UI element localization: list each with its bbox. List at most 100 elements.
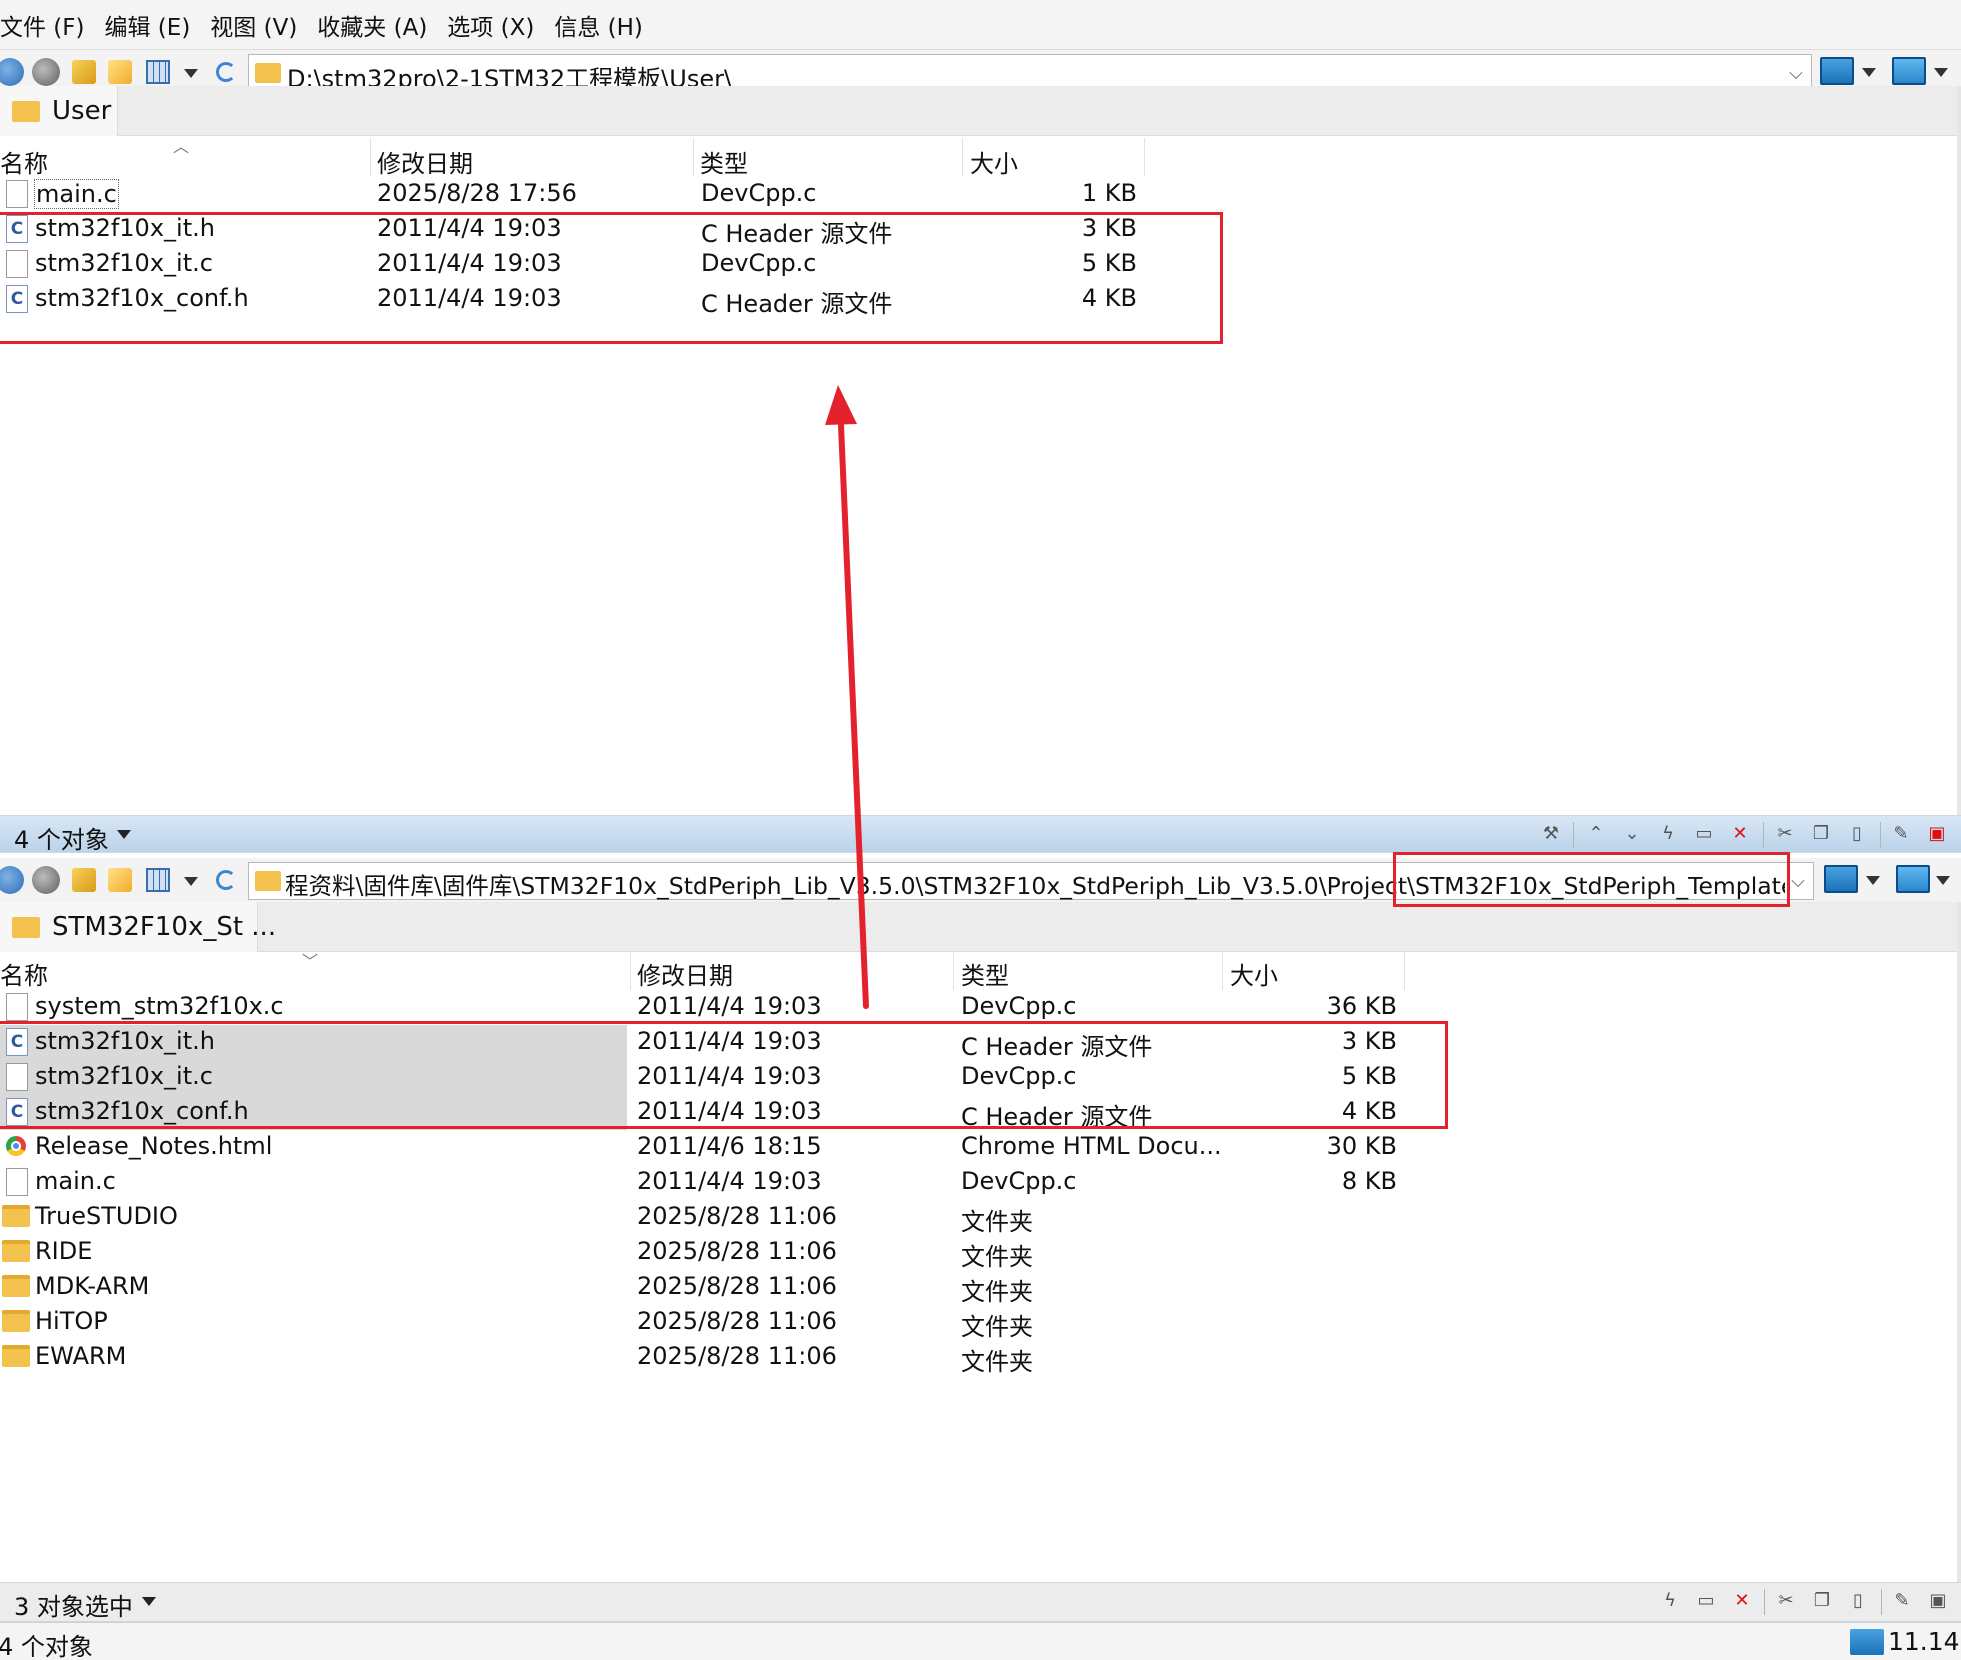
status-dropdown-icon[interactable] bbox=[142, 1597, 156, 1606]
bottom-pane-scrollbar[interactable] bbox=[1957, 902, 1961, 1582]
forward-icon[interactable] bbox=[32, 866, 60, 894]
forward-icon[interactable] bbox=[32, 58, 60, 86]
column-header-type[interactable]: 类型 bbox=[961, 956, 1009, 991]
view-mode-dropdown-icon[interactable] bbox=[184, 69, 198, 78]
view-mode-icon[interactable] bbox=[146, 60, 170, 84]
separator bbox=[1881, 1589, 1882, 1615]
chevron-down-icon[interactable]: ⌵ bbox=[1785, 63, 1807, 85]
top-tab[interactable]: User bbox=[0, 86, 118, 136]
menu-info[interactable]: 信息 (H) bbox=[554, 8, 643, 42]
folder-icon bbox=[2, 1240, 30, 1262]
column-divider[interactable] bbox=[962, 138, 963, 176]
monitor-icon[interactable] bbox=[1896, 865, 1930, 893]
delete-icon[interactable]: ✕ bbox=[1731, 825, 1749, 843]
menu-favorites[interactable]: 收藏夹 (A) bbox=[317, 8, 427, 42]
column-divider[interactable] bbox=[1404, 952, 1405, 990]
column-header-date[interactable]: 修改日期 bbox=[377, 144, 473, 179]
rename-icon[interactable]: ▭ bbox=[1697, 1592, 1715, 1610]
folder-icon bbox=[12, 917, 40, 938]
monitor-dropdown-icon[interactable] bbox=[1936, 876, 1950, 885]
copy-icon[interactable]: ❐ bbox=[1813, 1592, 1831, 1610]
view-mode-icon[interactable] bbox=[146, 868, 170, 892]
delete-icon[interactable]: ✕ bbox=[1733, 1592, 1751, 1610]
view-mode-dropdown-icon[interactable] bbox=[184, 877, 198, 886]
folder-icon bbox=[255, 871, 281, 891]
column-header-date[interactable]: 修改日期 bbox=[637, 956, 733, 991]
paste-icon[interactable]: ▯ bbox=[1849, 1592, 1867, 1610]
move-up-icon[interactable]: ⌃ bbox=[1587, 825, 1605, 843]
file-date: 2011/4/6 18:15 bbox=[637, 1132, 822, 1160]
pane-layout-dropdown-icon[interactable] bbox=[1862, 68, 1876, 77]
c-file-icon bbox=[6, 1168, 28, 1196]
cut-icon[interactable]: ✂ bbox=[1777, 1592, 1795, 1610]
back-icon[interactable] bbox=[0, 866, 24, 894]
up-folder-icon[interactable] bbox=[72, 868, 96, 892]
bottom-tab[interactable]: STM32F10x_St ... bbox=[0, 902, 276, 952]
edit-icon[interactable]: ✎ bbox=[1893, 1592, 1911, 1610]
up-folder-icon[interactable] bbox=[72, 60, 96, 84]
monitor-dropdown-icon[interactable] bbox=[1934, 68, 1948, 77]
folder-row[interactable]: RIDE 2025/8/28 11:06 文件夹 bbox=[0, 1235, 1410, 1271]
column-divider[interactable] bbox=[630, 952, 631, 990]
copy-icon[interactable]: ❐ bbox=[1812, 825, 1830, 843]
pane-layout-dropdown-icon[interactable] bbox=[1866, 876, 1880, 885]
cut-icon[interactable]: ✂ bbox=[1776, 825, 1794, 843]
menu-options[interactable]: 选项 (X) bbox=[447, 8, 534, 42]
file-row[interactable]: system_stm32f10x.c 2011/4/4 19:03 DevCpp… bbox=[0, 990, 1410, 1025]
pane-layout-icon[interactable] bbox=[1820, 57, 1854, 85]
folder-row[interactable]: EWARM 2025/8/28 11:06 文件夹 bbox=[0, 1340, 1410, 1376]
back-icon[interactable] bbox=[0, 58, 24, 86]
refresh-icon[interactable] bbox=[216, 870, 236, 890]
sort-up-icon: ︿ bbox=[173, 137, 190, 156]
folder-row[interactable]: HiTOP 2025/8/28 11:06 文件夹 bbox=[0, 1305, 1410, 1341]
file-row[interactable]: main.c 2025/8/28 17:56 DevCpp.c 1 KB bbox=[0, 177, 1150, 212]
c-file-icon bbox=[6, 180, 28, 208]
file-name: main.c bbox=[34, 179, 119, 209]
close-pane-icon[interactable]: ▣ bbox=[1929, 1592, 1947, 1610]
menu-edit[interactable]: 编辑 (E) bbox=[105, 8, 191, 42]
chevron-down-icon[interactable]: ⌵ bbox=[1787, 871, 1809, 893]
file-size: 1 KB bbox=[1081, 179, 1137, 207]
pane-layout-icon[interactable] bbox=[1824, 865, 1858, 893]
column-header-name[interactable]: 名称 bbox=[0, 956, 48, 991]
column-divider[interactable] bbox=[953, 952, 954, 990]
close-pane-icon[interactable]: ▣ bbox=[1928, 825, 1946, 843]
folder-row[interactable]: MDK-ARM 2025/8/28 11:06 文件夹 bbox=[0, 1270, 1410, 1306]
bottom-tab-label: STM32F10x_St ... bbox=[52, 912, 277, 942]
edit-icon[interactable]: ✎ bbox=[1892, 825, 1910, 843]
folder-row[interactable]: TrueSTUDIO 2025/8/28 11:06 文件夹 bbox=[0, 1200, 1410, 1236]
new-folder-icon[interactable] bbox=[108, 868, 132, 892]
filter-icon[interactable]: ⚒ bbox=[1542, 825, 1560, 843]
clock-text: 11.14 bbox=[1888, 1627, 1960, 1656]
move-down-icon[interactable]: ⌄ bbox=[1623, 825, 1641, 843]
menu-file[interactable]: 文件 (F) bbox=[0, 8, 85, 42]
status-dropdown-icon[interactable] bbox=[117, 830, 131, 839]
column-header-size[interactable]: 大小 bbox=[970, 144, 1018, 179]
column-header-name[interactable]: 名称 bbox=[0, 144, 48, 179]
file-row[interactable]: Release_Notes.html 2011/4/6 18:15 Chrome… bbox=[0, 1130, 1410, 1165]
file-date: 2025/8/28 11:06 bbox=[637, 1307, 837, 1335]
column-divider[interactable] bbox=[1144, 138, 1145, 176]
annotation-box-template-folder bbox=[1393, 852, 1790, 907]
network-icon[interactable] bbox=[1850, 1629, 1884, 1655]
column-divider[interactable] bbox=[693, 138, 694, 176]
top-status-bar: 4 个对象 ⚒ ⌃ ⌄ ϟ ▭ ✕ ✂ ❐ ▯ ✎ ▣ bbox=[0, 815, 1961, 854]
column-divider[interactable] bbox=[1222, 952, 1223, 990]
rename-icon[interactable]: ▭ bbox=[1695, 825, 1713, 843]
column-divider[interactable] bbox=[370, 138, 371, 176]
paste-icon[interactable]: ▯ bbox=[1848, 825, 1866, 843]
file-row[interactable]: main.c 2011/4/4 19:03 DevCpp.c 8 KB bbox=[0, 1165, 1410, 1200]
top-pane-scrollbar[interactable] bbox=[1957, 86, 1961, 816]
lightning-icon[interactable]: ϟ bbox=[1659, 825, 1677, 843]
refresh-icon[interactable] bbox=[216, 62, 236, 82]
lightning-icon[interactable]: ϟ bbox=[1661, 1592, 1679, 1610]
file-name: TrueSTUDIO bbox=[35, 1202, 178, 1230]
column-header-size[interactable]: 大小 bbox=[1230, 956, 1278, 991]
monitor-icon[interactable] bbox=[1892, 57, 1926, 85]
menu-view[interactable]: 视图 (V) bbox=[210, 8, 297, 42]
file-type: DevCpp.c bbox=[961, 992, 1077, 1020]
bottom-status-text: 3 对象选中 bbox=[14, 1593, 133, 1621]
file-type: 文件夹 bbox=[961, 1208, 1033, 1236]
column-header-type[interactable]: 类型 bbox=[700, 144, 748, 179]
new-folder-icon[interactable] bbox=[108, 60, 132, 84]
